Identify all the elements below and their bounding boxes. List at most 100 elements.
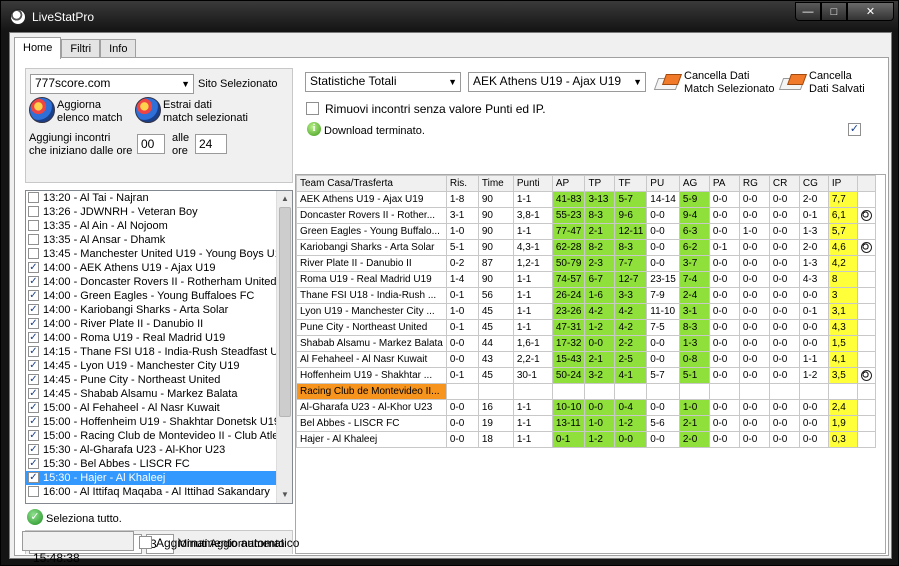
table-row[interactable]: Kariobangi Sharks - Arta Solar 5-1 90 4,3-1… bbox=[296, 239, 876, 256]
from-hour-input[interactable]: 00 bbox=[137, 134, 165, 154]
table-row[interactable]: Hoffenheim U19 - Shakhtar ... 0-1 45 30-1 50… bbox=[296, 367, 876, 384]
column-header[interactable]: CR bbox=[768, 175, 800, 192]
list-item[interactable]: 16:00 - Al Ittifaq Maqaba - Al Ittihad S… bbox=[26, 485, 292, 499]
list-item[interactable]: ✓ 14:00 - Doncaster Rovers II - Rotherham… bbox=[26, 275, 292, 289]
table-row[interactable]: Green Eagles - Young Buffalo... 1-0 90 1-1 7… bbox=[296, 223, 876, 240]
refresh-list-icon[interactable] bbox=[29, 97, 55, 123]
auto-update-checkbox[interactable] bbox=[139, 536, 152, 549]
table-row[interactable]: Shabab Alsamu - Markez Balata 0-0 44 1,6-1 1… bbox=[296, 335, 876, 352]
column-header[interactable]: TP bbox=[584, 175, 616, 192]
match-checkbox[interactable]: ✓ bbox=[28, 332, 39, 343]
clear-selected-button-line1[interactable]: Cancella Dati bbox=[684, 70, 749, 82]
list-item[interactable]: ✓ 15:00 - Hoffenheim U19 - Shakhtar Donet… bbox=[26, 415, 292, 429]
match-checkbox[interactable] bbox=[28, 234, 39, 245]
stats-type-select[interactable]: Statistiche Totali ▼ bbox=[305, 72, 461, 92]
list-item[interactable]: 13:45 - Manchester United U19 - Young Bo… bbox=[26, 247, 292, 261]
to-hour-input[interactable]: 24 bbox=[195, 134, 227, 154]
list-item[interactable]: 13:35 - Al Ansar - Dhamk bbox=[26, 233, 292, 247]
list-item[interactable]: ✓ 14:00 - Roma U19 - Real Madrid U19 bbox=[26, 331, 292, 345]
column-header[interactable]: Team Casa/Trasferta bbox=[296, 175, 447, 192]
match-checkbox[interactable]: ✓ bbox=[28, 444, 39, 455]
match-checkbox[interactable]: ✓ bbox=[28, 290, 39, 301]
list-item[interactable]: ✓ 14:45 - Shabab Alsamu - Markez Balata bbox=[26, 387, 292, 401]
table-row[interactable]: Doncaster Rovers II - Rother... 3-1 90 3,8-… bbox=[296, 207, 876, 224]
eraser-icon[interactable] bbox=[653, 72, 683, 92]
table-row[interactable]: Al-Gharafa U23 - Al-Khor U23 0-0 16 1-1 10-1… bbox=[296, 399, 876, 416]
column-header[interactable]: AG bbox=[678, 175, 710, 192]
status-checkbox[interactable]: ✓ bbox=[848, 123, 861, 136]
column-header[interactable]: AP bbox=[551, 175, 586, 192]
column-header[interactable]: Time bbox=[477, 175, 514, 192]
table-row[interactable]: Hajer - Al Khaleej 0-0 18 1-1 0-1 1-2 0-0 0-0 2-… bbox=[296, 431, 876, 448]
match-checkbox[interactable] bbox=[28, 206, 39, 217]
list-item[interactable]: ✓ 15:00 - Racing Club de Montevideo II - … bbox=[26, 429, 292, 443]
match-checkbox[interactable]: ✓ bbox=[28, 416, 39, 427]
site-select[interactable]: 777score.com ▼ bbox=[30, 74, 194, 94]
match-checkbox[interactable]: ✓ bbox=[28, 458, 39, 469]
match-select[interactable]: AEK Athens U19 - Ajax U19 ▼ bbox=[468, 72, 646, 92]
minimize-button[interactable]: — bbox=[795, 2, 821, 21]
list-item[interactable]: ✓ 14:15 - Thane FSI U18 - India-Rush Stea… bbox=[26, 345, 292, 359]
table-row[interactable]: Thane FSI U18 - India-Rush ... 0-1 56 1-1 26… bbox=[296, 287, 876, 304]
list-scrollbar[interactable]: ▲ ▼ bbox=[276, 191, 292, 503]
list-item[interactable]: ✓ 14:00 - River Plate II - Danubio II bbox=[26, 317, 292, 331]
tab-info[interactable]: Info bbox=[100, 39, 137, 58]
table-row[interactable]: Pune City - Northeast United 0-1 45 1-1 47-3… bbox=[296, 319, 876, 336]
match-checkbox[interactable] bbox=[28, 486, 39, 497]
match-checkbox[interactable]: ✓ bbox=[28, 388, 39, 399]
match-checkbox[interactable] bbox=[28, 192, 39, 203]
column-header[interactable]: RG bbox=[738, 175, 770, 192]
list-item[interactable]: 13:20 - Al Tai - Najran bbox=[26, 191, 292, 205]
match-checkbox[interactable]: ✓ bbox=[28, 262, 39, 273]
refresh-list-button-line1[interactable]: Aggiorna bbox=[57, 99, 101, 111]
select-all-link[interactable]: Seleziona tutto. bbox=[46, 513, 122, 525]
match-checkbox[interactable]: ✓ bbox=[28, 346, 39, 357]
list-item[interactable]: 13:26 - JDWNRH - Veteran Boy bbox=[26, 205, 292, 219]
extract-data-button-line2[interactable]: match selezionati bbox=[163, 112, 248, 124]
maximize-button[interactable]: □ bbox=[821, 2, 847, 21]
refresh-list-button-line2[interactable]: elenco match bbox=[57, 112, 122, 124]
extract-data-icon[interactable] bbox=[135, 97, 161, 123]
table-row[interactable]: Al Fehaheel - Al Nasr Kuwait 0-0 43 2,2-1 15… bbox=[296, 351, 876, 368]
match-checkbox[interactable] bbox=[28, 248, 39, 259]
match-checkbox[interactable]: ✓ bbox=[28, 374, 39, 385]
column-header[interactable]: PA bbox=[708, 175, 740, 192]
extract-data-button-line1[interactable]: Estrai dati bbox=[163, 99, 212, 111]
title-bar[interactable]: LiveStatPro — □ ✕ bbox=[1, 1, 899, 31]
remove-matches-checkbox[interactable] bbox=[306, 102, 319, 115]
list-item[interactable]: ✓ 15:30 - Bel Abbes - LISCR FC bbox=[26, 457, 292, 471]
eraser-icon[interactable] bbox=[778, 72, 808, 92]
list-item[interactable]: ✓ 14:00 - Kariobangi Sharks - Arta Solar bbox=[26, 303, 292, 317]
column-header[interactable]: PU bbox=[646, 175, 680, 192]
clear-selected-button-line2[interactable]: Match Selezionato bbox=[684, 83, 775, 95]
match-checkbox[interactable]: ✓ bbox=[28, 360, 39, 371]
scroll-thumb[interactable] bbox=[279, 207, 291, 417]
column-header[interactable]: CG bbox=[798, 175, 829, 192]
list-item[interactable]: ✓ 15:30 - Hajer - Al Khaleej bbox=[26, 471, 292, 485]
column-header[interactable]: TF bbox=[614, 175, 648, 192]
list-item[interactable]: 13:35 - Al Ain - Al Nojoom bbox=[26, 219, 292, 233]
clear-saved-button-line2[interactable]: Dati Salvati bbox=[809, 83, 865, 95]
list-item[interactable]: ✓ 14:00 - Green Eagles - Young Buffaloes … bbox=[26, 289, 292, 303]
list-item[interactable]: ✓ 14:45 - Lyon U19 - Manchester City U19 bbox=[26, 359, 292, 373]
close-button[interactable]: ✕ bbox=[847, 2, 894, 21]
match-checkbox[interactable]: ✓ bbox=[28, 304, 39, 315]
table-row[interactable]: Racing Club de Montevideo II... bbox=[296, 383, 876, 400]
tab-filtri[interactable]: Filtri bbox=[61, 39, 101, 58]
column-header[interactable]: Punti bbox=[512, 175, 553, 192]
table-row[interactable]: AEK Athens U19 - Ajax U19 1-8 90 1-1 41-83 3-… bbox=[296, 191, 876, 208]
matches-list[interactable]: 13:20 - Al Tai - Najran 13:26 - JDWNRH - … bbox=[25, 190, 293, 504]
list-item[interactable]: ✓ 14:45 - Pune City - Northeast United bbox=[26, 373, 292, 387]
table-row[interactable]: River Plate II - Danubio II 0-2 87 1,2-1 50-… bbox=[296, 255, 876, 272]
scroll-up-icon[interactable]: ▲ bbox=[277, 191, 292, 207]
list-item[interactable]: ✓ 14:00 - AEK Athens U19 - Ajax U19 bbox=[26, 261, 292, 275]
match-checkbox[interactable] bbox=[28, 220, 39, 231]
column-header[interactable]: IP bbox=[827, 175, 858, 192]
select-all-check-icon[interactable]: ✓ bbox=[27, 509, 43, 525]
match-checkbox[interactable]: ✓ bbox=[28, 430, 39, 441]
table-row[interactable]: Roma U19 - Real Madrid U19 1-4 90 1-1 74-57 6… bbox=[296, 271, 876, 288]
table-row[interactable]: Bel Abbes - LISCR FC 0-0 19 1-1 13-11 1-0 1-2 5… bbox=[296, 415, 876, 432]
clear-saved-button-line1[interactable]: Cancella bbox=[809, 70, 852, 82]
match-checkbox[interactable]: ✓ bbox=[28, 402, 39, 413]
tab-home[interactable]: Home bbox=[14, 37, 62, 59]
